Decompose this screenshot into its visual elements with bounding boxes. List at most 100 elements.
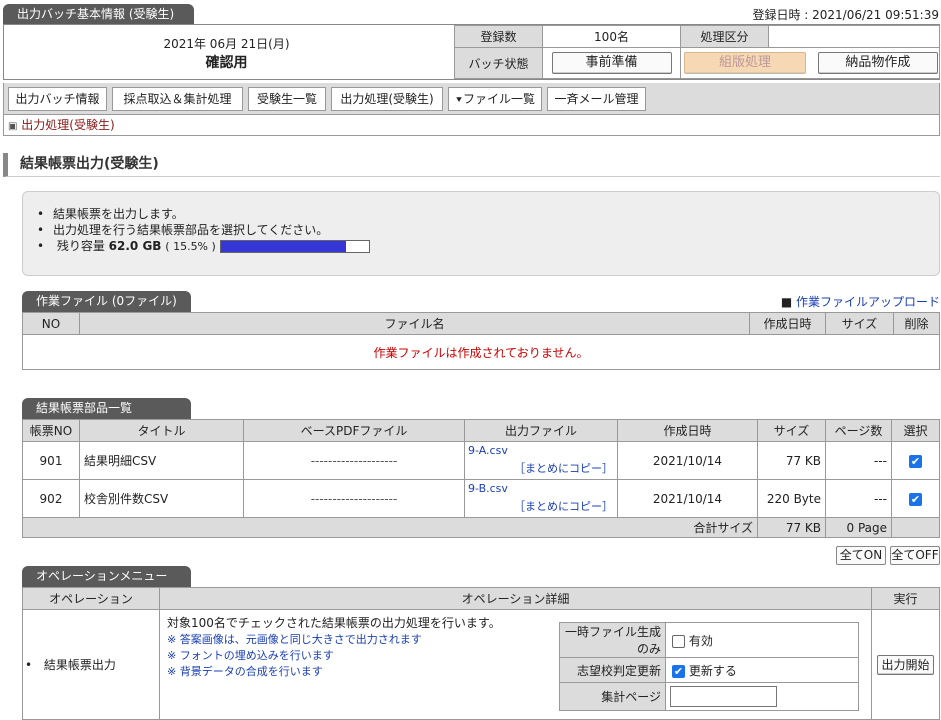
- empty-message: 作業ファイルは作成されておりません。: [22, 334, 940, 370]
- registered-datetime: 登録日時 : 2021/06/21 09:51:39: [752, 8, 939, 22]
- tab-scoring-import[interactable]: 採点取込＆集計処理: [112, 87, 243, 111]
- copy-to-summary-link[interactable]: ［まとめにコピー］: [465, 498, 617, 514]
- col-size: サイズ: [825, 312, 894, 335]
- total-size: 77 KB: [757, 517, 826, 538]
- capacity-bar-fill: [220, 241, 347, 252]
- layout-button[interactable]: 組版処理: [684, 52, 806, 74]
- row-title: 結果明細CSV: [79, 441, 244, 480]
- tab-file-list[interactable]: ⯆ファイル一覧: [448, 87, 542, 111]
- copy-to-summary-link[interactable]: ［まとめにコピー］: [465, 460, 617, 476]
- row-created: 2021/10/14: [617, 479, 758, 518]
- row-size: 220 Byte: [757, 479, 826, 518]
- opt-temp-value: 有効: [688, 633, 713, 648]
- batch-header-panel: 2021年 06月 21日(月) 確認用 登録数 100名 処理区分 バッチ状態…: [3, 24, 940, 80]
- row-no: 901: [22, 441, 80, 480]
- tab-output-process[interactable]: 出力処理(受験生): [331, 87, 443, 111]
- info-line-2: 出力処理を行う結果帳票部品を選択してください。: [37, 222, 939, 238]
- row-pages: ---: [825, 479, 892, 518]
- count-label: 登録数: [454, 25, 543, 48]
- col-created: 作成日時: [617, 419, 758, 442]
- col-report-no: 帳票NO: [22, 419, 80, 442]
- select-checkbox[interactable]: ✔: [909, 492, 922, 506]
- deliver-button[interactable]: 納品物作成: [817, 52, 938, 74]
- col-no: NO: [22, 312, 80, 335]
- work-files-table: NO ファイル名 作成日時 サイズ 削除 作業ファイルは作成されておりません。: [22, 312, 940, 370]
- col-file-name: ファイル名: [79, 312, 750, 335]
- output-start-button[interactable]: 出力開始: [877, 654, 934, 675]
- row-no: 902: [22, 479, 80, 518]
- col-output-file: 出力ファイル: [464, 419, 618, 442]
- opt-temp-checkbox[interactable]: [672, 634, 685, 648]
- row-base-pdf: --------------------: [243, 441, 465, 480]
- capacity-line: 残り容量 62.0 GB ( 15.5% ): [37, 238, 939, 254]
- total-empty: [891, 517, 940, 538]
- col-operation-detail: オペレーション詳細: [159, 587, 872, 610]
- capacity-percent: ( 15.5% ): [165, 240, 216, 253]
- opt-school-value: 更新する: [688, 663, 737, 678]
- row-select: ✔: [891, 441, 940, 480]
- row-select: ✔: [891, 479, 940, 518]
- col-execute: 実行: [871, 587, 940, 610]
- work-files-tab: 作業ファイル (0ファイル): [22, 291, 191, 312]
- total-row: 合計サイズ 77 KB 0 Page: [22, 517, 940, 538]
- col-pages: ページ数: [825, 419, 892, 442]
- table-row: 902 校舎別件数CSV -------------------- 9-B.cs…: [22, 479, 940, 518]
- tab-mail-manage[interactable]: 一斉メール管理: [547, 87, 646, 111]
- output-file-link[interactable]: 9-A.csv: [465, 442, 617, 457]
- col-delete: 削除: [893, 312, 940, 335]
- row-created: 2021/10/14: [617, 441, 758, 480]
- select-checkbox[interactable]: ✔: [909, 454, 922, 468]
- work-file-upload[interactable]: ■ 作業ファイルアップロード: [781, 293, 940, 310]
- capacity-value: 62.0 GB: [108, 239, 162, 253]
- capacity-bar: [219, 240, 370, 253]
- batch-state-label: バッチ状態: [454, 47, 543, 79]
- row-title: 校舎別件数CSV: [79, 479, 244, 518]
- col-size: サイズ: [757, 419, 826, 442]
- row-pages: ---: [825, 441, 892, 480]
- col-title: タイトル: [79, 419, 244, 442]
- breadcrumb: ▣ 出力処理(受験生): [3, 114, 940, 136]
- tab-examinee-list[interactable]: 受験生一覧: [248, 87, 326, 111]
- row-output-cell: 9-A.csv ［まとめにコピー］: [464, 441, 618, 480]
- table-row: 901 結果明細CSV -------------------- 9-A.csv…: [22, 441, 940, 480]
- nav-tab-bar: 出力バッチ情報 採点取込＆集計処理 受験生一覧 出力処理(受験生) ⯆ファイル一…: [3, 83, 940, 114]
- opt-school-label: 志望校判定更新: [559, 657, 666, 683]
- opt-temp-label: 一時ファイル生成のみ: [559, 622, 666, 658]
- prepare-cell: 事前準備: [542, 47, 681, 79]
- opt-page-input[interactable]: [670, 686, 777, 707]
- all-on-button[interactable]: 全てON: [836, 546, 886, 565]
- all-off-button[interactable]: 全てOFF: [890, 546, 940, 565]
- double-chevron-down-icon: ⯆: [454, 95, 463, 106]
- batch-status-title: 確認用: [205, 55, 248, 71]
- total-pages: 0 Page: [825, 517, 892, 538]
- opt-school-cell: ✔ 更新する: [665, 657, 859, 683]
- operation-table: オペレーション オペレーション詳細 実行 • 結果帳票出力 対象100名でチェッ…: [22, 587, 940, 720]
- process-label: 処理区分: [680, 25, 769, 48]
- col-created: 作成日時: [749, 312, 826, 335]
- col-operation: オペレーション: [22, 587, 160, 610]
- info-box: 結果帳票を出力します。 出力処理を行う結果帳票部品を選択してください。 残り容量…: [22, 191, 940, 276]
- tab-file-list-label: ファイル一覧: [462, 92, 535, 106]
- tab-batch-info[interactable]: 出力バッチ情報: [8, 87, 107, 111]
- breadcrumb-link[interactable]: 出力処理(受験生): [21, 118, 114, 132]
- col-select: 選択: [891, 419, 940, 442]
- operation-detail-cell: 対象100名でチェックされた結果帳票の出力処理を行います。 ※ 答案画像は、元画…: [159, 609, 872, 720]
- page-title: 結果帳票出力(受験生): [3, 153, 940, 177]
- work-file-upload-link[interactable]: 作業ファイルアップロード: [796, 295, 940, 309]
- parts-table: 帳票NO タイトル ベースPDFファイル 出力ファイル 作成日時 サイズ ページ…: [22, 419, 940, 538]
- execute-cell: 出力開始: [871, 609, 940, 720]
- operation-tab: オペレーションメニュー: [22, 566, 191, 587]
- opt-temp-cell: 有効: [665, 622, 859, 658]
- row-base-pdf: --------------------: [243, 479, 465, 518]
- info-line-1: 結果帳票を出力します。: [37, 206, 939, 222]
- operation-name: 結果帳票出力: [43, 658, 116, 672]
- output-file-link[interactable]: 9-B.csv: [465, 480, 617, 495]
- operation-name-cell: • 結果帳票出力: [22, 609, 160, 720]
- square-bullet-icon: ■: [780, 295, 793, 309]
- row-size: 77 KB: [757, 441, 826, 480]
- total-label: 合計サイズ: [22, 517, 758, 538]
- opt-school-checkbox[interactable]: ✔: [672, 664, 685, 678]
- batch-summary-table: 登録数 100名 処理区分 バッチ状態 事前準備 組版処理 納品物作成: [454, 25, 940, 79]
- prepare-button[interactable]: 事前準備: [551, 52, 672, 74]
- square-icon: ▣: [8, 121, 18, 132]
